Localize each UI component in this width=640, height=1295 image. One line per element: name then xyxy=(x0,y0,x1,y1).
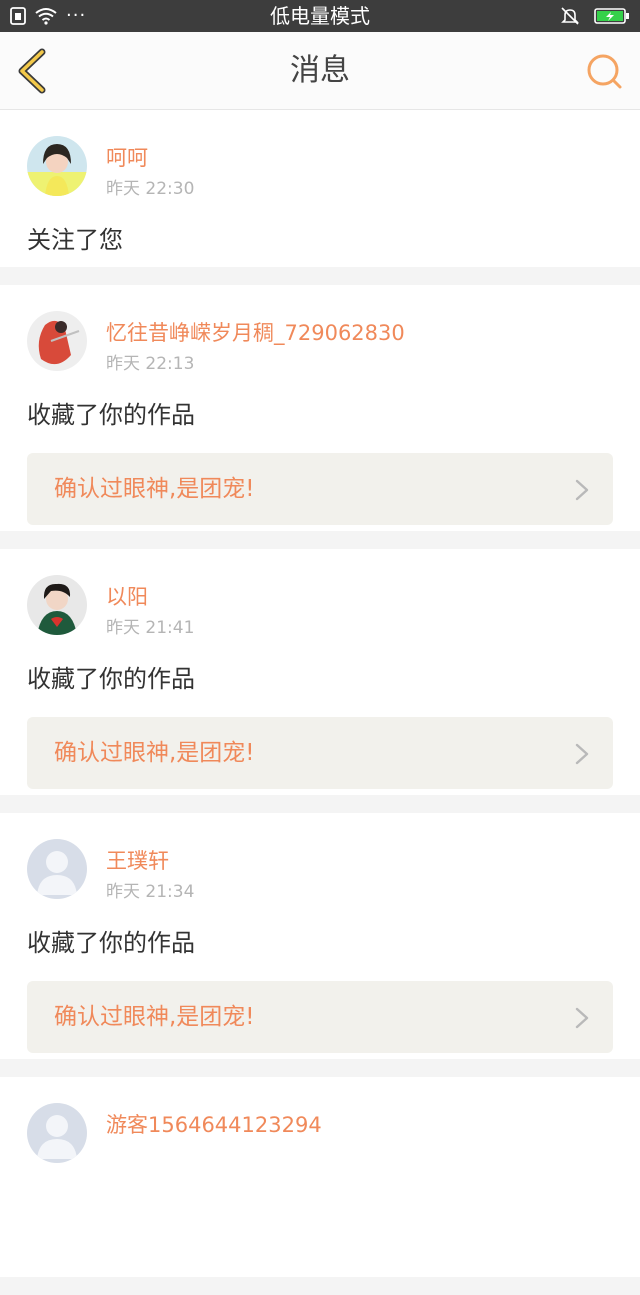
message-list: 呵呵 昨天 22:30 关注了您 忆往昔峥嵘岁月稠_729062830 昨天 2… xyxy=(0,110,640,1295)
timestamp: 昨天 22:30 xyxy=(106,179,195,199)
message-header: 呵呵 昨天 22:30 xyxy=(0,110,640,199)
avatar[interactable] xyxy=(27,136,87,196)
timestamp: 昨天 21:34 xyxy=(106,882,195,902)
work-title: 确认过眼神,是团宠! xyxy=(54,476,255,502)
avatar[interactable] xyxy=(27,311,87,371)
chevron-right-icon xyxy=(575,1007,589,1029)
username[interactable]: 游客1564644123294 xyxy=(106,1109,322,1139)
message-card[interactable]: 游客1564644123294 xyxy=(0,1077,640,1277)
timestamp: 昨天 22:13 xyxy=(106,354,195,374)
action-text: 收藏了你的作品 xyxy=(27,929,195,957)
chevron-right-icon xyxy=(575,743,589,765)
message-header: 王璞轩 昨天 21:34 xyxy=(0,813,640,902)
work-title: 确认过眼神,是团宠! xyxy=(54,740,255,766)
search-button[interactable] xyxy=(584,52,624,92)
message-card[interactable]: 呵呵 昨天 22:30 关注了您 xyxy=(0,110,640,267)
action-text: 收藏了你的作品 xyxy=(27,401,195,429)
message-card[interactable]: 以阳 昨天 21:41 收藏了你的作品 确认过眼神,是团宠! xyxy=(0,549,640,795)
status-right xyxy=(560,6,630,26)
timestamp: 昨天 21:41 xyxy=(106,618,195,638)
username[interactable]: 呵呵 xyxy=(106,142,148,172)
work-title: 确认过眼神,是团宠! xyxy=(54,1004,255,1030)
username[interactable]: 以阳 xyxy=(106,581,148,611)
work-link[interactable]: 确认过眼神,是团宠! xyxy=(27,717,613,789)
battery-icon xyxy=(594,8,629,24)
status-bar: ··· 低电量模式 xyxy=(0,0,640,32)
work-link[interactable]: 确认过眼神,是团宠! xyxy=(27,981,613,1053)
message-header: 以阳 昨天 21:41 xyxy=(0,549,640,638)
username[interactable]: 王璞轩 xyxy=(106,845,169,875)
action-text: 关注了您 xyxy=(27,226,123,254)
avatar[interactable] xyxy=(27,575,87,635)
message-card[interactable]: 忆往昔峥嵘岁月稠_729062830 昨天 22:13 收藏了你的作品 确认过眼… xyxy=(0,285,640,531)
message-header: 忆往昔峥嵘岁月稠_729062830 昨天 22:13 xyxy=(0,285,640,374)
avatar[interactable] xyxy=(27,839,87,899)
username[interactable]: 忆往昔峥嵘岁月稠_729062830 xyxy=(106,317,405,347)
work-link[interactable]: 确认过眼神,是团宠! xyxy=(27,453,613,525)
status-title: 低电量模式 xyxy=(270,4,370,28)
nav-bar: 消息 xyxy=(0,32,640,110)
page-title: 消息 xyxy=(290,53,350,88)
message-card[interactable]: 王璞轩 昨天 21:34 收藏了你的作品 确认过眼神,是团宠! xyxy=(0,813,640,1059)
bell-muted-icon xyxy=(561,7,579,25)
chevron-right-icon xyxy=(575,479,589,501)
action-text: 收藏了你的作品 xyxy=(27,665,195,693)
avatar[interactable] xyxy=(27,1103,87,1163)
message-header: 游客1564644123294 xyxy=(0,1077,640,1163)
